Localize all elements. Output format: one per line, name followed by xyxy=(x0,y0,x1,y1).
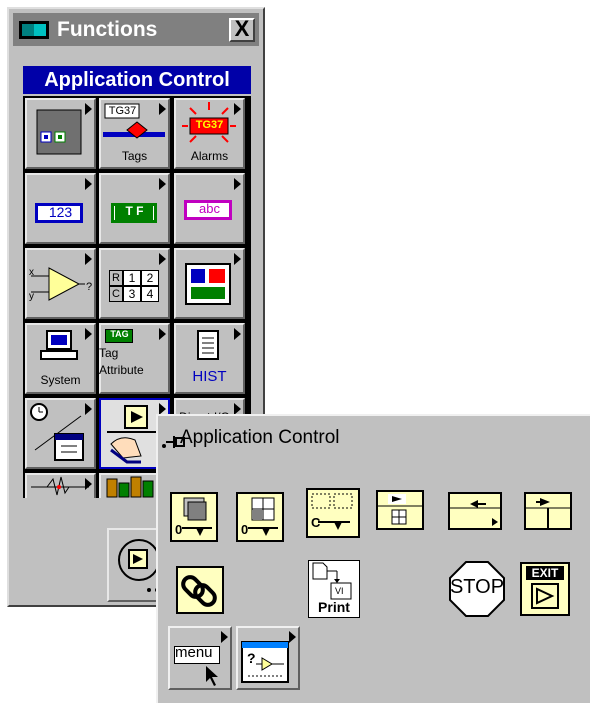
numeric-icon[interactable]: 123 xyxy=(25,173,96,244)
alarms-tag-label: TG37 xyxy=(195,119,224,131)
open-vi-reference-mark: 0 xyxy=(175,522,183,537)
stop-icon[interactable]: STOP xyxy=(448,560,506,618)
array-cluster-icon[interactable]: R 1 2 C 3 4 xyxy=(99,248,170,319)
alarms-label: Alarms xyxy=(190,149,229,163)
close-reference-icon[interactable]: C xyxy=(306,488,360,538)
system-label: System xyxy=(40,373,81,387)
palette-subtitle: Application Control xyxy=(23,66,251,94)
quit-icon[interactable]: EXIT xyxy=(520,562,570,616)
call-by-reference-icon[interactable] xyxy=(524,492,572,530)
tags-icon[interactable]: TG37 Tags xyxy=(99,98,170,169)
open-panel-reference-icon[interactable]: 0 xyxy=(236,492,284,542)
svg-text:?: ? xyxy=(86,281,92,293)
close-button[interactable]: X xyxy=(229,18,255,42)
help-icon[interactable]: ? xyxy=(236,626,300,690)
print-vi-label: VI xyxy=(335,586,344,596)
boolean-label: T F xyxy=(125,204,144,218)
time-dialog-icon[interactable] xyxy=(25,398,96,469)
print-label: Print xyxy=(318,599,350,615)
array-cell-4: 4 xyxy=(141,286,159,302)
string-icon[interactable]: abc xyxy=(174,173,245,244)
help-label: ? xyxy=(247,650,256,666)
hist-icon[interactable]: HIST xyxy=(174,323,245,394)
tag-attribute-tag-label: TAG xyxy=(110,329,129,339)
stop-label: STOP xyxy=(449,576,505,598)
tag-attribute-icon[interactable]: TAG Tag Attribute xyxy=(99,323,170,394)
tags-tag-label: TG37 xyxy=(108,105,137,117)
array-cell-1: 1 xyxy=(123,270,141,286)
application-control-subpalette: Application Control 0 0 C VI Print STOP … xyxy=(156,414,590,703)
svg-text:y: y xyxy=(29,291,34,302)
title-bar[interactable]: Functions X xyxy=(13,13,259,46)
alarms-icon[interactable]: TG37 Alarms xyxy=(174,98,245,169)
array-cell-c: C xyxy=(109,286,123,302)
tags-label: Tags xyxy=(121,149,148,163)
close-reference-mark: C xyxy=(311,515,321,530)
print-vi-icon[interactable]: VI Print xyxy=(308,560,360,618)
palette-icon xyxy=(19,21,49,39)
window-title: Functions xyxy=(57,18,158,41)
open-panel-reference-mark: 0 xyxy=(241,522,249,537)
analysis-icon[interactable] xyxy=(25,473,96,498)
invoke-node-icon[interactable] xyxy=(448,492,502,530)
string-label: abc xyxy=(199,201,220,216)
graph-icon[interactable] xyxy=(174,248,245,319)
property-node-icon[interactable] xyxy=(376,490,424,530)
svg-text:x: x xyxy=(29,267,34,278)
link-icon[interactable] xyxy=(176,566,224,614)
menu-icon[interactable]: menu xyxy=(168,626,232,690)
array-cell-2: 2 xyxy=(141,270,159,286)
array-cell-r: R xyxy=(109,270,123,286)
hist-label: HIST xyxy=(192,368,227,385)
subpalette-title: Application Control xyxy=(180,427,340,448)
tag-attribute-label: Tag Attribute xyxy=(99,346,144,377)
open-vi-reference-icon[interactable]: 0 xyxy=(170,492,218,542)
boolean-icon[interactable]: T F xyxy=(99,173,170,244)
array-cell-3: 3 xyxy=(123,286,141,302)
comparison-icon[interactable]: x y ? xyxy=(25,248,96,319)
numeric-label: 123 xyxy=(48,204,73,220)
